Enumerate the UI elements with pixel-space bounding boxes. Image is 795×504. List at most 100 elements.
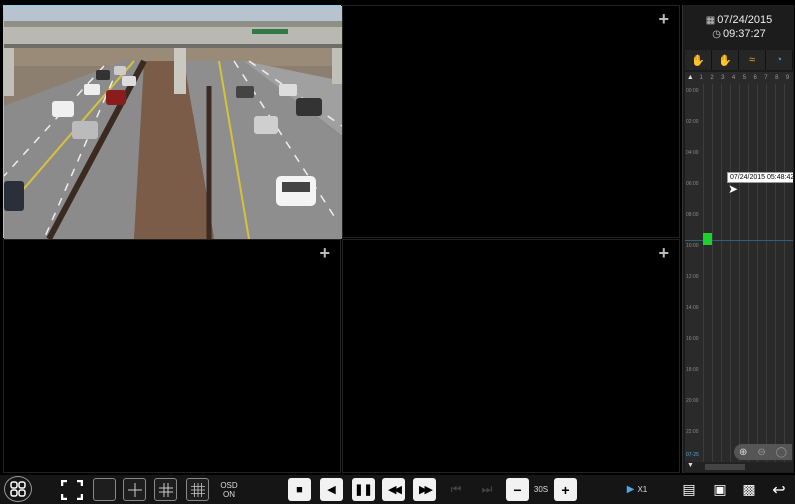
time-tick: 22:00 xyxy=(686,429,699,435)
add-channel-icon[interactable]: + xyxy=(319,244,330,262)
stop-button[interactable]: ■ xyxy=(288,478,311,501)
fullscreen-icon xyxy=(61,479,83,500)
video-channel-4[interactable]: + xyxy=(342,239,680,473)
time-tick: 12:00 xyxy=(686,274,699,280)
return-icon: ↩ xyxy=(772,481,786,499)
playback-toolbar: OSD ON ■ ◀ ❚❚ ◀◀ ▶▶ ⏮ ⏭ − 30S + ▶ X1 ▤ ▣ ▩… xyxy=(0,475,795,504)
clock-icon: ◷ xyxy=(712,29,721,40)
layout-2x2-button[interactable] xyxy=(123,478,146,501)
fast-forward-icon: ▶▶ xyxy=(419,484,433,496)
time-tick: 16:00 xyxy=(686,336,699,342)
channel-header: ▲ 1 2 3 4 5 6 7 8 9 xyxy=(685,72,793,84)
date-stamp: 07-25 xyxy=(686,452,699,458)
date-text: 07/24/2015 xyxy=(717,14,773,26)
snapshot-icon: ▩ xyxy=(742,481,756,497)
minus-icon: − xyxy=(513,481,522,498)
calendar-icon: ▦ xyxy=(705,15,716,26)
step-forward-button[interactable]: + xyxy=(554,478,577,501)
add-channel-icon[interactable]: + xyxy=(658,10,669,28)
traffic-video-frame xyxy=(4,6,342,239)
zoom-out-icon[interactable]: ⊖ xyxy=(757,447,765,458)
video-channel-3[interactable]: + xyxy=(3,239,341,473)
video-grid: + + + xyxy=(3,5,680,473)
timeline-zoom-controls: ⊕ ⊖ ◯ xyxy=(734,444,792,460)
osd-state: ON xyxy=(223,489,235,499)
record-segment[interactable] xyxy=(703,233,712,245)
motion-icon[interactable]: ≈ xyxy=(739,50,766,70)
schedule-icon[interactable]: ◔ xyxy=(766,50,793,70)
pause-button[interactable]: ❚❚ xyxy=(352,478,375,501)
step-back-button[interactable]: − xyxy=(506,478,529,501)
channel-label: 1 xyxy=(699,75,703,81)
playback-cursor-line xyxy=(685,240,793,241)
time-tick: 04:00 xyxy=(686,150,699,156)
time-text: 09:37:27 xyxy=(722,28,766,40)
backup-button[interactable]: ▣ xyxy=(709,478,731,501)
previous-frame-button[interactable]: ⏮ xyxy=(446,478,466,501)
play-speed-icon: ▶ xyxy=(626,484,635,495)
layout-grid-icon xyxy=(10,481,26,497)
channel-label: 8 xyxy=(775,75,779,81)
layout-3x3-button[interactable] xyxy=(154,478,177,501)
video-channel-1[interactable] xyxy=(3,5,342,239)
event-list-button[interactable]: ▤ xyxy=(678,478,700,501)
rewind-button[interactable]: ◀◀ xyxy=(382,478,405,501)
reverse-play-icon: ◀ xyxy=(327,484,336,496)
time-tick: 20:00 xyxy=(686,398,699,404)
layout-1x1-button[interactable] xyxy=(93,478,116,501)
backup-icon: ▣ xyxy=(713,481,727,497)
playback-side-panel: ▦ 07/24/2015 ◷ 09:37:27 ✋ ✋ ≈ ◔ ▲ 1 2 3 4 … xyxy=(682,5,794,473)
layout-4x4-icon xyxy=(190,482,205,497)
add-channel-icon[interactable]: + xyxy=(658,244,669,262)
scrollbar-thumb[interactable] xyxy=(705,464,745,470)
step-interval: 30S xyxy=(533,485,549,494)
previous-frame-icon: ⏮ xyxy=(450,482,462,496)
time-display: ◷ 09:37:27 xyxy=(683,28,795,40)
stop-icon: ■ xyxy=(296,483,303,496)
time-tick: 06:00 xyxy=(686,181,699,187)
rewind-icon: ◀◀ xyxy=(388,484,402,496)
event-list-icon: ▤ xyxy=(682,481,696,497)
plus-icon: + xyxy=(561,481,570,498)
channel-label: 7 xyxy=(764,75,768,81)
osd-label: OSD xyxy=(220,480,238,490)
layout-menu-button[interactable] xyxy=(4,476,32,502)
video-channel-2[interactable]: + xyxy=(342,5,680,238)
layout-2x2-icon xyxy=(127,482,142,497)
channel-label: 6 xyxy=(753,75,757,81)
zoom-in-icon[interactable]: ⊕ xyxy=(739,447,747,458)
reverse-play-button[interactable]: ◀ xyxy=(320,478,343,501)
channel-label: 9 xyxy=(785,75,790,81)
timeline-scrollbar[interactable]: ▼ xyxy=(685,462,793,472)
hand-icon[interactable]: ✋ xyxy=(685,50,712,70)
sensor-icon[interactable]: ✋ xyxy=(712,50,739,70)
record-timeline[interactable]: ▲ 1 2 3 4 5 6 7 8 9 00:00 02:00 04:00 06… xyxy=(685,72,793,462)
zoom-reset-icon[interactable]: ◯ xyxy=(776,447,787,458)
playback-speed[interactable]: ▶ X1 xyxy=(622,478,652,501)
snapshot-button[interactable]: ▩ xyxy=(738,478,760,501)
channel-label: 5 xyxy=(742,75,747,81)
next-frame-icon: ⏭ xyxy=(481,482,493,496)
channel-label: 3 xyxy=(721,75,725,81)
mouse-cursor-icon: ➤ xyxy=(728,182,739,196)
next-frame-button[interactable]: ⏭ xyxy=(477,478,497,501)
time-tick: 08:00 xyxy=(686,212,699,218)
date-display: ▦ 07/24/2015 xyxy=(683,14,795,26)
channel-label: 2 xyxy=(710,75,714,81)
time-tick: 02:00 xyxy=(686,119,699,125)
layout-4x4-button[interactable] xyxy=(186,478,209,501)
time-tick: 00:00 xyxy=(686,88,699,94)
fast-forward-button[interactable]: ▶▶ xyxy=(413,478,436,501)
speed-label: X1 xyxy=(637,485,648,494)
exit-button[interactable]: ↩ xyxy=(768,478,790,501)
channel-label: 4 xyxy=(731,75,736,81)
pause-icon: ❚❚ xyxy=(354,484,373,496)
fullscreen-button[interactable] xyxy=(59,478,85,501)
scroll-up-icon[interactable]: ▲ xyxy=(685,72,696,84)
layout-3x3-icon xyxy=(158,482,173,497)
record-type-legend: ✋ ✋ ≈ ◔ xyxy=(685,50,793,70)
osd-toggle-button[interactable]: OSD ON xyxy=(216,478,242,501)
time-tick: 18:00 xyxy=(686,367,699,373)
time-tick: 14:00 xyxy=(686,305,699,311)
scroll-down-icon[interactable]: ▼ xyxy=(687,462,694,469)
